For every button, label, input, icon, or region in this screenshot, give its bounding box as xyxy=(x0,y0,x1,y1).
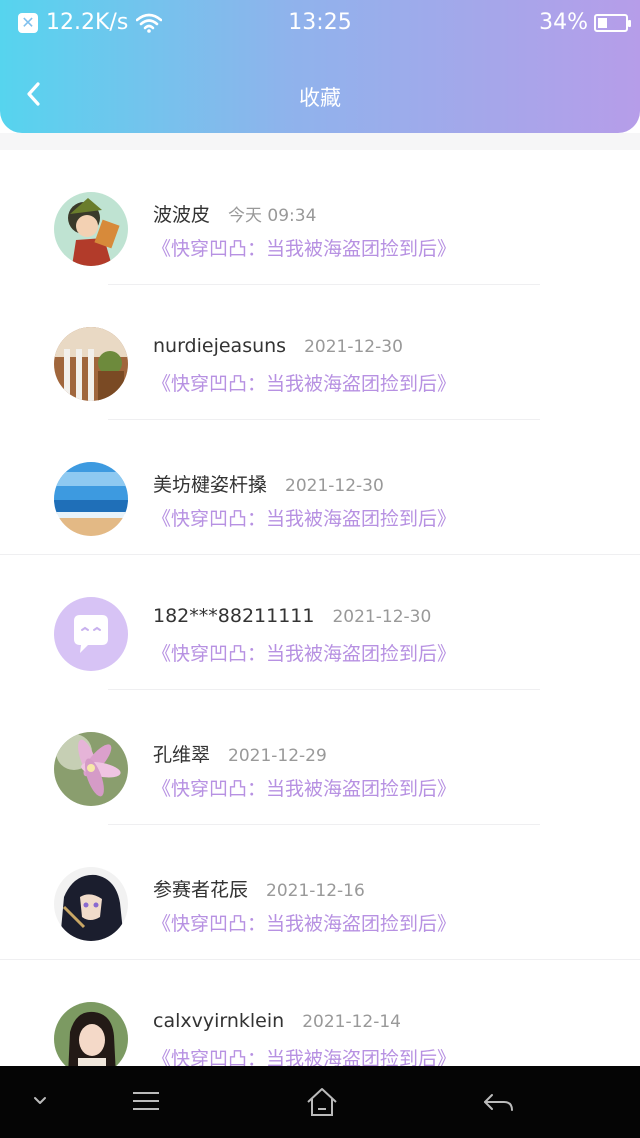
anime-boy-avatar-icon xyxy=(54,192,128,266)
book-title[interactable]: 《快穿凹凸：当我被海盗团捡到后》 xyxy=(152,1044,456,1066)
battery-percent: 34% xyxy=(539,10,588,35)
header-spacer xyxy=(0,133,640,150)
book-title[interactable]: 《快穿凹凸：当我被海盗团捡到后》 xyxy=(152,639,456,666)
user-name: 波波皮 xyxy=(153,204,211,226)
avatar[interactable] xyxy=(54,867,128,941)
user-name: calxvyirnklein xyxy=(153,1010,285,1032)
battery-icon xyxy=(594,13,631,32)
flower-avatar-icon xyxy=(54,732,128,806)
book-title[interactable]: 《快穿凹凸：当我被海盗团捡到后》 xyxy=(152,774,456,801)
book-title[interactable]: 《快穿凹凸：当我被海盗团捡到后》 xyxy=(152,909,456,936)
girl-avatar-icon xyxy=(54,1002,128,1066)
favorite-date: 2021-12-30 xyxy=(285,476,384,496)
system-navigation-bar xyxy=(0,1066,640,1138)
return-icon xyxy=(484,1094,513,1111)
favorite-date: 今天 09:34 xyxy=(228,206,317,226)
avatar[interactable] xyxy=(54,462,128,536)
home-icon xyxy=(307,1088,337,1116)
favorite-date: 2021-12-30 xyxy=(304,337,403,357)
user-name: 参赛者花辰 xyxy=(153,879,249,901)
avatar[interactable] xyxy=(54,732,128,806)
favorite-date: 2021-12-29 xyxy=(228,746,327,766)
home-button[interactable] xyxy=(302,1084,342,1120)
list-item[interactable]: 孔维翠 2021-12-29 《快穿凹凸：当我被海盗团捡到后》 xyxy=(0,690,640,825)
system-back-button[interactable] xyxy=(478,1084,518,1120)
favorite-date: 2021-12-16 xyxy=(266,881,365,901)
list-item[interactable]: calxvyirnklein 2021-12-14 《快穿凹凸：当我被海盗团捡到… xyxy=(0,960,640,1066)
photo-avatar-icon xyxy=(54,327,128,401)
avatar[interactable] xyxy=(54,192,128,266)
menu-icon xyxy=(133,1092,159,1110)
user-name: 美坊楗姿杆搡 xyxy=(153,474,268,496)
avatar[interactable] xyxy=(54,327,128,401)
user-name: nurdiejeasuns xyxy=(153,335,287,357)
collapse-button[interactable] xyxy=(20,1084,60,1120)
book-title[interactable]: 《快穿凹凸：当我被海盗团捡到后》 xyxy=(152,369,456,396)
book-title[interactable]: 《快穿凹凸：当我被海盗团捡到后》 xyxy=(152,504,456,531)
favorite-date: 2021-12-30 xyxy=(332,607,432,627)
menu-button[interactable] xyxy=(126,1084,166,1120)
avatar[interactable] xyxy=(54,1002,128,1066)
list-item[interactable]: 182***88211111 2021-12-30 《快穿凹凸：当我被海盗团捡到… xyxy=(0,555,640,690)
avatar[interactable] xyxy=(54,597,128,671)
list-item[interactable]: 美坊楗姿杆搡 2021-12-30 《快穿凹凸：当我被海盗团捡到后》 xyxy=(0,420,640,555)
favorites-screen: ✕ 12.2K/s 13:25 34% 收藏 波波皮 今天 09:34 《快穿凹… xyxy=(0,0,640,1138)
beach-avatar-icon xyxy=(54,462,128,536)
list-item[interactable]: 参赛者花辰 2021-12-16 《快穿凹凸：当我被海盗团捡到后》 xyxy=(0,825,640,960)
list-item[interactable]: nurdiejeasuns 2021-12-30 《快穿凹凸：当我被海盗团捡到后… xyxy=(0,285,640,420)
user-name: 孔维翠 xyxy=(153,744,211,766)
favorites-list: 波波皮 今天 09:34 《快穿凹凸：当我被海盗团捡到后》 nurdiejeas… xyxy=(0,150,640,1066)
user-name: 182***88211111 xyxy=(153,605,315,627)
page-title: 收藏 xyxy=(299,86,341,110)
default-chat-avatar-icon xyxy=(54,597,128,671)
anime-dark-avatar-icon xyxy=(54,867,128,941)
list-item[interactable]: 波波皮 今天 09:34 《快穿凹凸：当我被海盗团捡到后》 xyxy=(0,150,640,285)
status-bar: ✕ 12.2K/s 13:25 34% xyxy=(0,0,640,46)
battery-level xyxy=(598,17,607,28)
header: ✕ 12.2K/s 13:25 34% 收藏 xyxy=(0,0,640,133)
favorite-date: 2021-12-14 xyxy=(302,1012,401,1032)
chevron-down-icon xyxy=(34,1097,46,1104)
navigation-bar: 收藏 xyxy=(0,62,640,132)
book-title[interactable]: 《快穿凹凸：当我被海盗团捡到后》 xyxy=(152,234,456,261)
